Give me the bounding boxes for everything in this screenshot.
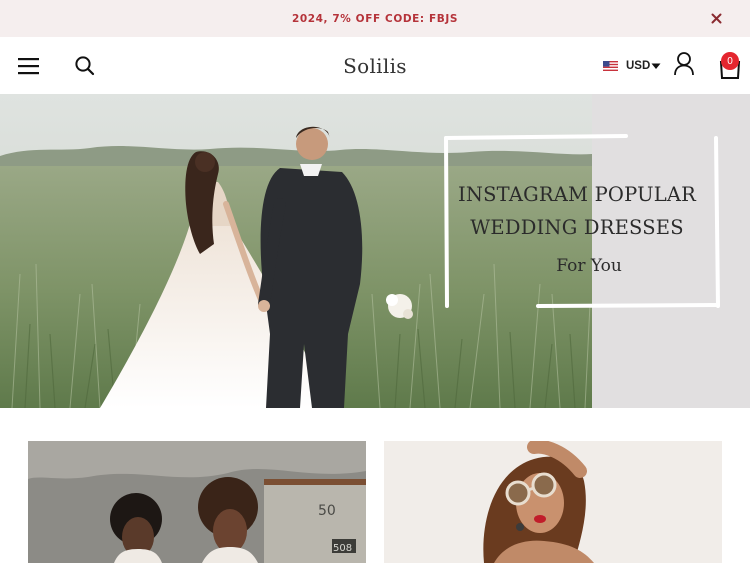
category-tile-prom[interactable] — [384, 441, 722, 563]
hero-subheading: For You — [556, 256, 622, 276]
category-tile-bridesmaids[interactable]: 50 508 — [28, 441, 366, 563]
us-flag-icon — [603, 61, 618, 71]
search-icon[interactable] — [73, 54, 97, 78]
svg-text:50: 50 — [318, 503, 336, 519]
currency-label: USD — [626, 60, 651, 72]
cart-count-badge: 0 — [721, 52, 739, 70]
close-icon[interactable] — [708, 10, 724, 26]
hero-heading-line-2: WEDDING DRESSES — [470, 216, 684, 239]
site-header: Solilis USD — [0, 37, 750, 94]
currency-selector[interactable]: USD — [603, 57, 661, 75]
site-logo[interactable]: Solilis — [320, 51, 430, 81]
caret-down-icon — [651, 63, 661, 69]
svg-text:508: 508 — [333, 543, 352, 554]
promo-code-text: 2024, 7% OFF CODE: FBJS — [291, 12, 459, 25]
hero-heading: INSTAGRAM POPULAR WEDDING DRESSES — [446, 178, 708, 244]
hero-heading-line-1: INSTAGRAM POPULAR — [457, 183, 697, 206]
bridesmaids-photo: 50 508 — [28, 441, 366, 563]
hero-banner[interactable]: INSTAGRAM POPULAR WEDDING DRESSES For Yo… — [0, 94, 750, 408]
sunglasses-model-photo — [384, 441, 722, 563]
hamburger-menu-icon[interactable] — [17, 55, 41, 77]
announcement-bar: 2024, 7% OFF CODE: FBJS — [0, 0, 750, 37]
logo-text: Solilis — [343, 54, 407, 78]
user-icon[interactable] — [672, 51, 696, 77]
